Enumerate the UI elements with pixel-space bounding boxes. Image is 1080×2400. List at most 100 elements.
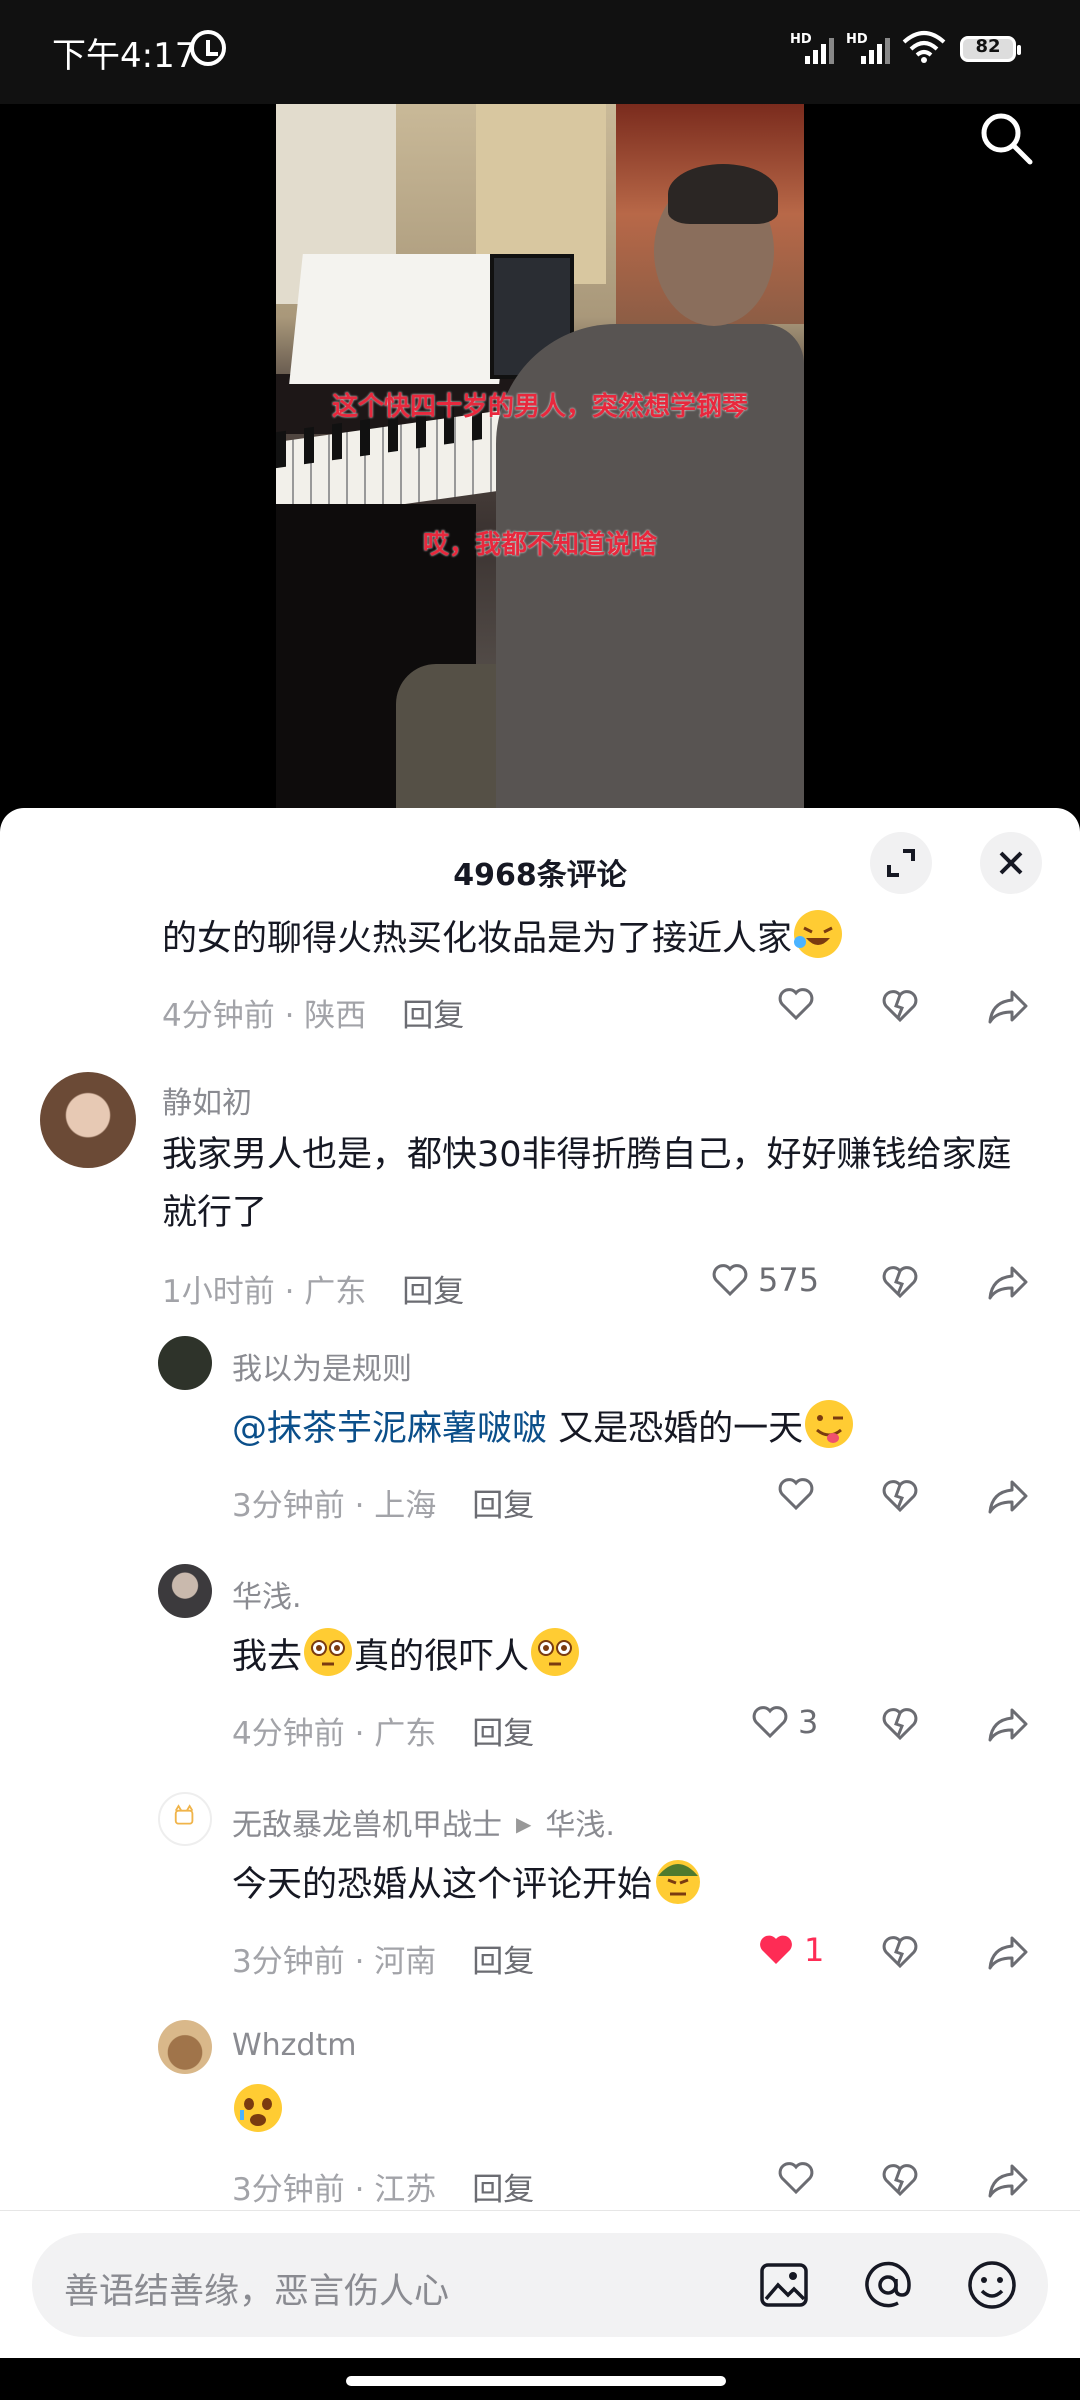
share-icon[interactable] — [986, 2158, 1030, 2202]
reply-to-username[interactable]: 华浅. — [545, 1808, 615, 1843]
cell-signal-1-icon: HD — [790, 32, 834, 64]
comment-time: 1小时前 — [162, 1274, 275, 1310]
avatar[interactable] — [40, 1072, 136, 1168]
comment-time: 4分钟前 — [162, 998, 275, 1034]
like-button-active[interactable]: 1 — [756, 1930, 824, 1970]
reply-arrow-icon: ▶ — [516, 1812, 532, 1836]
comment-input-bar: 善语结善缘，恶言伤人心 — [0, 2210, 1080, 2358]
comment-location: 陕西 — [304, 998, 367, 1034]
like-count: 575 — [758, 1261, 820, 1299]
image-icon[interactable] — [758, 2259, 810, 2311]
comment-text: 我去 真的很吓人 — [232, 1626, 581, 1686]
comment-input[interactable]: 善语结善缘，恶言伤人心 — [32, 2233, 1048, 2337]
share-icon[interactable] — [986, 984, 1030, 1028]
status-time: 下午4:17 — [52, 36, 197, 76]
at-icon[interactable] — [862, 2259, 914, 2311]
comment-text-content: 又是恐婚的一天 — [558, 1409, 804, 1449]
heart-icon — [752, 1706, 788, 1739]
alarm-icon — [190, 30, 226, 66]
home-indicator — [0, 2358, 1080, 2400]
cell-signal-2-icon: HD — [846, 32, 890, 64]
comment-username[interactable]: 静如初 — [162, 1078, 252, 1122]
expand-icon — [887, 849, 915, 877]
comment-text: @抹茶芋泥麻薯啵啵 又是恐婚的一天 — [232, 1398, 855, 1458]
comment-text: 我家男人也是，都快30非得折腾自己，好好赚钱给家庭就行了 — [162, 1135, 1012, 1233]
like-button[interactable]: 575 — [710, 1260, 819, 1300]
comment-meta: 4分钟前 · 广东 回复 — [232, 1708, 534, 1753]
share-icon[interactable] — [986, 1930, 1030, 1974]
reply-button[interactable]: 回复 — [402, 998, 464, 1034]
dislike-icon[interactable] — [878, 1260, 922, 1304]
search-icon[interactable] — [978, 110, 1034, 166]
mention-link[interactable]: @抹茶芋泥麻薯啵啵 — [232, 1409, 547, 1449]
like-button[interactable]: 3 — [750, 1702, 818, 1742]
comment-location: 上海 — [374, 1488, 437, 1524]
comment-username[interactable]: Whzdtm — [232, 2028, 356, 2063]
comment-meta: 3分钟前 · 河南 回复 — [232, 1936, 534, 1981]
comment-meta: 4分钟前 · 陕西 回复 — [162, 990, 464, 1035]
crying-scared-emoji-icon — [234, 2084, 282, 2132]
comment-location: 广东 — [304, 1274, 367, 1310]
battery-level: 82 — [975, 36, 1001, 57]
status-bar: 下午4:17 HD HD 82 — [0, 0, 1080, 104]
comment-text: 今天的恐婚从这个评论开始 — [232, 1854, 704, 1914]
expand-button[interactable] — [870, 832, 932, 894]
reply-button[interactable]: 回复 — [472, 1488, 534, 1524]
emoji-icon[interactable] — [966, 2259, 1018, 2311]
dislike-icon[interactable] — [878, 1474, 922, 1518]
comment-text-content: 的女的聊得火热买化妆品是为了接近人家 — [162, 919, 793, 959]
reply-button[interactable]: 回复 — [472, 2172, 534, 2208]
dislike-icon[interactable] — [878, 1930, 922, 1974]
share-icon[interactable] — [986, 1260, 1030, 1304]
battery-icon: 82 — [960, 36, 1021, 62]
home-bar[interactable] — [346, 2376, 726, 2386]
like-button[interactable] — [776, 1474, 816, 1514]
video-caption-line1: 这个快四十岁的男人，突然想学钢琴 — [331, 392, 748, 422]
comment-username[interactable]: 无敌暴龙兽机甲战士 — [232, 1808, 502, 1843]
comment-username-line: 无敌暴龙兽机甲战士 ▶ 华浅. — [232, 1800, 615, 1844]
soldier-emoji-icon — [656, 1860, 701, 1904]
comment-location: 河南 — [374, 1944, 437, 1980]
close-button[interactable] — [980, 832, 1042, 894]
like-button[interactable] — [776, 984, 816, 1024]
share-icon[interactable] — [986, 1474, 1030, 1518]
like-count: 3 — [798, 1703, 819, 1741]
winking-tongue-emoji-icon — [805, 1400, 854, 1448]
dislike-icon[interactable] — [878, 2158, 922, 2202]
meta-separator: · — [344, 1488, 375, 1524]
meta-separator: · — [344, 1716, 375, 1752]
comment-meta: 1小时前 · 广东 回复 — [162, 1266, 464, 1311]
meta-separator: · — [274, 998, 305, 1034]
flushed-emoji-icon — [531, 1628, 580, 1676]
comment-text: 的女的聊得火热买化妆品是为了接近人家 — [162, 908, 844, 968]
comment-location: 广东 — [374, 1716, 437, 1752]
cat-logo-icon — [174, 1804, 194, 1825]
heart-icon — [778, 1478, 814, 1511]
flushed-emoji-icon — [304, 1628, 353, 1676]
comment-text — [232, 2082, 284, 2142]
comment-time: 3分钟前 — [232, 2172, 345, 2208]
video-area[interactable]: 这个快四十岁的男人，突然想学钢琴 哎，我都不知道说啥 — [0, 104, 1080, 844]
reply-button[interactable]: 回复 — [402, 1274, 464, 1310]
comment-username[interactable]: 我以为是规则 — [232, 1344, 412, 1388]
meta-separator: · — [344, 1944, 375, 1980]
meta-separator: · — [344, 2172, 375, 2208]
avatar[interactable] — [158, 1336, 212, 1390]
dislike-icon[interactable] — [878, 984, 922, 1028]
avatar[interactable] — [158, 2020, 212, 2074]
comment-text-part2: 真的很吓人 — [354, 1637, 530, 1677]
avatar[interactable] — [158, 1792, 212, 1846]
meta-separator: · — [274, 1274, 305, 1310]
comment-username[interactable]: 华浅. — [232, 1572, 302, 1616]
reply-button[interactable]: 回复 — [472, 1716, 534, 1752]
reply-button[interactable]: 回复 — [472, 1944, 534, 1980]
comment-time: 3分钟前 — [232, 1944, 345, 1980]
comment-text-part1: 我去 — [232, 1637, 303, 1677]
comment-meta: 3分钟前 · 江苏 回复 — [232, 2164, 534, 2209]
like-button[interactable] — [776, 2158, 816, 2198]
share-icon[interactable] — [986, 1702, 1030, 1746]
avatar[interactable] — [158, 1564, 212, 1618]
close-icon — [999, 851, 1023, 875]
video-thumbnail[interactable]: 这个快四十岁的男人，突然想学钢琴 哎，我都不知道说啥 — [276, 104, 804, 814]
dislike-icon[interactable] — [878, 1702, 922, 1746]
